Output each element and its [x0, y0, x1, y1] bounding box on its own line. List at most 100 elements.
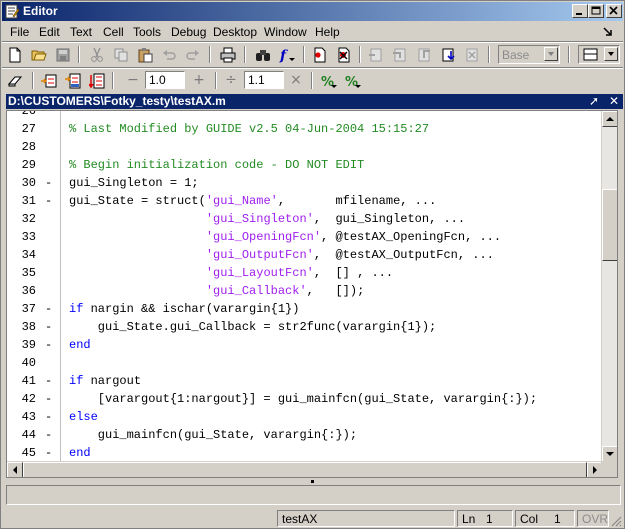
menu-desktop[interactable]: Desktop: [213, 25, 257, 39]
code-editor[interactable]: 26 27 28 29 30-31-32 33 34 35 36 37-38-39-40 41-42…: [6, 110, 618, 478]
breakpoint-marker[interactable]: -: [45, 192, 55, 210]
menu-debug[interactable]: Debug: [171, 25, 206, 39]
open-file-button[interactable]: [28, 45, 50, 65]
cell-mode-button[interactable]: [4, 71, 26, 91]
eval-file-icon: [89, 73, 105, 89]
close-button[interactable]: [606, 4, 622, 18]
code-text-area[interactable]: % Last Modified by GUIDE v2.5 04-Jun-200…: [69, 111, 604, 462]
title-bar[interactable]: Editor: [2, 2, 623, 21]
clear-breakpoints-button[interactable]: [333, 45, 355, 65]
breakpoint-marker[interactable]: -: [45, 318, 55, 336]
close-document-icon[interactable]: ✕: [607, 94, 621, 108]
set-breakpoint-button[interactable]: [309, 45, 331, 65]
insert-cell-divider-button[interactable]: %: [317, 71, 339, 91]
line-number: 45: [21, 446, 36, 460]
code-line[interactable]: gui_State = struct('gui_Name', mfilename…: [69, 192, 436, 210]
set-breakpoint-icon: [314, 47, 326, 63]
splitter-handle[interactable]: [311, 480, 314, 483]
increment-value-field[interactable]: [145, 71, 185, 89]
menu-help[interactable]: Help: [315, 25, 340, 39]
scroll-up-button[interactable]: [602, 111, 617, 127]
increment-icon[interactable]: +: [192, 72, 206, 88]
code-line[interactable]: 'gui_LayoutFcn', [] , ...: [69, 264, 393, 282]
breakpoint-marker[interactable]: -: [45, 408, 55, 426]
save-button[interactable]: [52, 45, 74, 65]
menu-cell[interactable]: Cell: [103, 25, 124, 39]
new-file-button[interactable]: [4, 45, 26, 65]
layout-combo-arrow[interactable]: [604, 47, 618, 61]
scroll-left-button[interactable]: [7, 462, 23, 477]
divide-value-field[interactable]: [244, 71, 284, 89]
dock-arrow-icon[interactable]: [601, 24, 615, 38]
menu-window[interactable]: Window: [264, 25, 307, 39]
breakpoint-marker[interactable]: -: [45, 444, 55, 462]
scroll-down-button[interactable]: [602, 446, 617, 462]
copy-button[interactable]: [110, 45, 132, 65]
menu-tools[interactable]: Tools: [133, 25, 161, 39]
code-line[interactable]: 'gui_OpeningFcn', @testAX_OpeningFcn, ..…: [69, 228, 501, 246]
code-token: 'gui_Name': [205, 194, 278, 208]
code-line[interactable]: else: [69, 408, 98, 426]
cut-button[interactable]: [86, 45, 108, 65]
horizontal-scrollbar[interactable]: [7, 461, 603, 477]
menu-edit[interactable]: Edit: [39, 25, 60, 39]
code-line[interactable]: % Begin initialization code - DO NOT EDI…: [69, 156, 364, 174]
insert-cell-text-button[interactable]: %: [341, 71, 363, 91]
eval-file-button[interactable]: [86, 71, 108, 91]
print-button[interactable]: [217, 45, 239, 65]
undo-button[interactable]: [158, 45, 180, 65]
code-line[interactable]: if nargout: [69, 372, 141, 390]
menu-file[interactable]: File: [10, 25, 29, 39]
step-out-button[interactable]: [413, 45, 435, 65]
breakpoint-marker[interactable]: -: [45, 426, 55, 444]
layout-combo[interactable]: [578, 45, 620, 64]
divide-icon[interactable]: ÷: [224, 72, 238, 88]
undock-icon[interactable]: ➚: [587, 94, 601, 108]
step-in-button[interactable]: [389, 45, 411, 65]
maximize-button[interactable]: [588, 4, 604, 18]
vertical-scroll-thumb[interactable]: [602, 189, 617, 261]
minimize-button[interactable]: [572, 4, 588, 18]
line-number-gutter[interactable]: 26 27 28 29 30-31-32 33 34 35 36 37-38-39-40 41-42…: [7, 111, 61, 462]
multiply-icon[interactable]: ×: [289, 72, 303, 88]
code-line[interactable]: % Last Modified by GUIDE v2.5 04-Jun-200…: [69, 120, 429, 138]
breakpoint-marker[interactable]: -: [45, 390, 55, 408]
code-line[interactable]: [varargout{1:nargout}] = gui_mainfcn(gui…: [69, 390, 537, 408]
function-icon: f: [279, 48, 295, 63]
eval-cell-button[interactable]: [38, 71, 60, 91]
paste-button[interactable]: [134, 45, 156, 65]
line-number: 37: [21, 302, 36, 316]
code-line[interactable]: if nargin && ischar(varargin{1}): [69, 300, 299, 318]
eval-cell-advance-button[interactable]: [62, 71, 84, 91]
code-line[interactable]: 'gui_Singleton', gui_Singleton, ...: [69, 210, 465, 228]
percent-text-icon: %: [345, 75, 361, 89]
code-line[interactable]: end: [69, 444, 91, 462]
redo-icon: [186, 50, 199, 60]
code-line[interactable]: gui_Singleton = 1;: [69, 174, 199, 192]
function-button[interactable]: f: [276, 45, 298, 65]
decrement-icon[interactable]: −: [126, 72, 140, 88]
continue-button[interactable]: [437, 45, 459, 65]
code-line[interactable]: 'gui_OutputFcn', @testAX_OutputFcn, ...: [69, 246, 494, 264]
code-line[interactable]: gui_State.gui_Callback = str2func(vararg…: [69, 318, 436, 336]
breakpoint-marker[interactable]: -: [45, 372, 55, 390]
menu-text[interactable]: Text: [70, 25, 92, 39]
code-line[interactable]: end: [69, 336, 91, 354]
code-line[interactable]: gui_mainfcn(gui_State, varargin{:});: [69, 426, 357, 444]
vertical-scrollbar[interactable]: [601, 111, 617, 462]
horizontal-scroll-thumb[interactable]: [23, 462, 587, 477]
code-line[interactable]: 'gui_Callback', []);: [69, 282, 364, 300]
resize-grip-icon[interactable]: [610, 515, 622, 527]
find-button[interactable]: [252, 45, 274, 65]
stack-combo[interactable]: Base: [498, 45, 560, 64]
code-token: nargin && ischar(varargin{1}): [83, 302, 300, 316]
document-bar[interactable]: D:\CUSTOMERS\Fotky_testy\testAX.m ➚ ✕: [6, 94, 623, 109]
step-button[interactable]: [365, 45, 387, 65]
exit-debug-button[interactable]: [461, 45, 483, 65]
stack-combo-arrow[interactable]: [544, 47, 558, 61]
breakpoint-marker[interactable]: -: [45, 336, 55, 354]
redo-button[interactable]: [182, 45, 204, 65]
breakpoint-marker[interactable]: -: [45, 174, 55, 192]
breakpoint-marker[interactable]: -: [45, 300, 55, 318]
